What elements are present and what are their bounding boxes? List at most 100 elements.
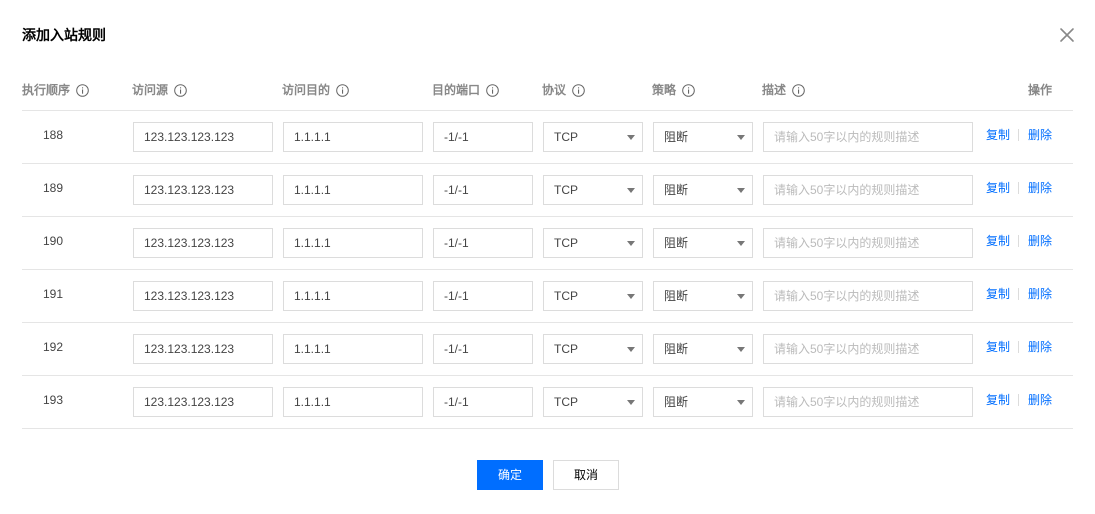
policy-value: 阻断 bbox=[664, 342, 689, 356]
table-row: 193 123.123.123.123 1.1.1.1 -1/-1 TCP 阻断… bbox=[22, 376, 1073, 429]
policy-value: 阻断 bbox=[664, 236, 689, 250]
table-header: 执行顺序 访问源 访问目的 目的端口 协议 策略 描述 操作 bbox=[22, 80, 1073, 111]
copy-button[interactable]: 复制 bbox=[986, 127, 1010, 143]
chevron-down-icon bbox=[737, 347, 745, 352]
port-input[interactable]: -1/-1 bbox=[433, 334, 533, 364]
seq-value: 189 bbox=[43, 181, 64, 195]
table-row: 192 123.123.123.123 1.1.1.1 -1/-1 TCP 阻断… bbox=[22, 323, 1073, 376]
description-input[interactable]: 请输入50字以内的规则描述 bbox=[763, 387, 973, 417]
policy-value: 阻断 bbox=[664, 395, 689, 409]
protocol-select[interactable]: TCP bbox=[543, 281, 643, 311]
protocol-select[interactable]: TCP bbox=[543, 334, 643, 364]
policy-select[interactable]: 阻断 bbox=[653, 281, 753, 311]
chevron-down-icon bbox=[737, 188, 745, 193]
protocol-value: TCP bbox=[554, 342, 578, 356]
port-input[interactable]: -1/-1 bbox=[433, 281, 533, 311]
header-source: 访问源 bbox=[132, 82, 187, 98]
header-actions: 操作 bbox=[1028, 83, 1053, 97]
cancel-button[interactable]: 取消 bbox=[553, 460, 619, 490]
chevron-down-icon bbox=[627, 188, 635, 193]
chevron-down-icon bbox=[627, 294, 635, 299]
seq-value: 190 bbox=[43, 234, 64, 248]
chevron-down-icon bbox=[627, 400, 635, 405]
port-input[interactable]: -1/-1 bbox=[433, 387, 533, 417]
policy-select[interactable]: 阻断 bbox=[653, 334, 753, 364]
destination-input[interactable]: 1.1.1.1 bbox=[283, 387, 423, 417]
delete-button[interactable]: 删除 bbox=[1028, 180, 1052, 196]
protocol-select[interactable]: TCP bbox=[543, 122, 643, 152]
policy-select[interactable]: 阻断 bbox=[653, 175, 753, 205]
policy-value: 阻断 bbox=[664, 183, 689, 197]
destination-input[interactable]: 1.1.1.1 bbox=[283, 228, 423, 258]
copy-button[interactable]: 复制 bbox=[986, 286, 1010, 302]
description-input[interactable]: 请输入50字以内的规则描述 bbox=[763, 175, 973, 205]
port-input[interactable]: -1/-1 bbox=[433, 122, 533, 152]
source-input[interactable]: 123.123.123.123 bbox=[133, 387, 273, 417]
seq-value: 188 bbox=[43, 128, 64, 142]
confirm-button[interactable]: 确定 bbox=[477, 460, 543, 490]
action-divider bbox=[1018, 394, 1019, 406]
chevron-down-icon bbox=[627, 347, 635, 352]
delete-button[interactable]: 删除 bbox=[1028, 286, 1052, 302]
source-input[interactable]: 123.123.123.123 bbox=[133, 175, 273, 205]
action-divider bbox=[1018, 288, 1019, 300]
source-input[interactable]: 123.123.123.123 bbox=[133, 122, 273, 152]
protocol-value: TCP bbox=[554, 236, 578, 250]
table-row: 190 123.123.123.123 1.1.1.1 -1/-1 TCP 阻断… bbox=[22, 217, 1073, 270]
header-seq: 执行顺序 bbox=[22, 82, 89, 98]
source-input[interactable]: 123.123.123.123 bbox=[133, 281, 273, 311]
destination-input[interactable]: 1.1.1.1 bbox=[283, 334, 423, 364]
policy-select[interactable]: 阻断 bbox=[653, 387, 753, 417]
policy-value: 阻断 bbox=[664, 130, 689, 144]
protocol-value: TCP bbox=[554, 395, 578, 409]
info-icon[interactable] bbox=[572, 83, 585, 97]
port-input[interactable]: -1/-1 bbox=[433, 175, 533, 205]
dialog-title: 添加入站规则 bbox=[22, 27, 106, 43]
copy-button[interactable]: 复制 bbox=[986, 392, 1010, 408]
info-icon[interactable] bbox=[486, 83, 499, 97]
destination-input[interactable]: 1.1.1.1 bbox=[283, 175, 423, 205]
seq-value: 192 bbox=[43, 340, 64, 354]
description-input[interactable]: 请输入50字以内的规则描述 bbox=[763, 281, 973, 311]
description-input[interactable]: 请输入50字以内的规则描述 bbox=[763, 122, 973, 152]
action-divider bbox=[1018, 182, 1019, 194]
action-divider bbox=[1018, 341, 1019, 353]
delete-button[interactable]: 删除 bbox=[1028, 392, 1052, 408]
seq-value: 191 bbox=[43, 287, 64, 301]
protocol-select[interactable]: TCP bbox=[543, 175, 643, 205]
destination-input[interactable]: 1.1.1.1 bbox=[283, 122, 423, 152]
copy-button[interactable]: 复制 bbox=[986, 180, 1010, 196]
delete-button[interactable]: 删除 bbox=[1028, 339, 1052, 355]
description-input[interactable]: 请输入50字以内的规则描述 bbox=[763, 334, 973, 364]
delete-button[interactable]: 删除 bbox=[1028, 233, 1052, 249]
table-row: 188 123.123.123.123 1.1.1.1 -1/-1 TCP 阻断… bbox=[22, 111, 1073, 164]
delete-button[interactable]: 删除 bbox=[1028, 127, 1052, 143]
table-row: 191 123.123.123.123 1.1.1.1 -1/-1 TCP 阻断… bbox=[22, 270, 1073, 323]
chevron-down-icon bbox=[737, 135, 745, 140]
policy-select[interactable]: 阻断 bbox=[653, 228, 753, 258]
header-port: 目的端口 bbox=[432, 82, 499, 98]
chevron-down-icon bbox=[627, 135, 635, 140]
info-icon[interactable] bbox=[682, 83, 695, 97]
destination-input[interactable]: 1.1.1.1 bbox=[283, 281, 423, 311]
seq-value: 193 bbox=[43, 393, 64, 407]
protocol-value: TCP bbox=[554, 289, 578, 303]
policy-select[interactable]: 阻断 bbox=[653, 122, 753, 152]
info-icon[interactable] bbox=[336, 83, 349, 97]
chevron-down-icon bbox=[737, 241, 745, 246]
copy-button[interactable]: 复制 bbox=[986, 233, 1010, 249]
protocol-select[interactable]: TCP bbox=[543, 387, 643, 417]
header-description: 描述 bbox=[762, 82, 805, 98]
source-input[interactable]: 123.123.123.123 bbox=[133, 228, 273, 258]
description-input[interactable]: 请输入50字以内的规则描述 bbox=[763, 228, 973, 258]
chevron-down-icon bbox=[737, 294, 745, 299]
source-input[interactable]: 123.123.123.123 bbox=[133, 334, 273, 364]
protocol-select[interactable]: TCP bbox=[543, 228, 643, 258]
copy-button[interactable]: 复制 bbox=[986, 339, 1010, 355]
port-input[interactable]: -1/-1 bbox=[433, 228, 533, 258]
info-icon[interactable] bbox=[792, 83, 805, 97]
table-row: 189 123.123.123.123 1.1.1.1 -1/-1 TCP 阻断… bbox=[22, 164, 1073, 217]
close-icon[interactable] bbox=[1059, 27, 1075, 43]
info-icon[interactable] bbox=[174, 83, 187, 97]
info-icon[interactable] bbox=[76, 83, 89, 97]
